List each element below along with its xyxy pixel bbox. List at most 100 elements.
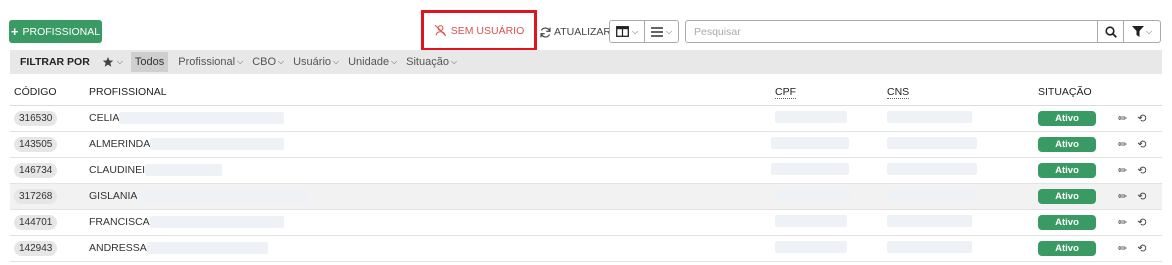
filter-button[interactable]: ⌵ bbox=[1123, 20, 1161, 43]
filter-usuario[interactable]: Usuário ⌵ bbox=[293, 56, 339, 68]
header-profissional[interactable]: PROFISSIONAL bbox=[85, 80, 771, 106]
filter-bar: FILTRAR POR ⌵ Todos Profissional ⌵ CBO ⌵ U… bbox=[10, 50, 1162, 74]
table-row[interactable]: 146734 CLAUDINEI Ativo ✏ ⟲ bbox=[10, 157, 1162, 184]
cell-actions: ✏ ⟲ bbox=[1112, 131, 1162, 158]
lines-icon bbox=[650, 26, 663, 37]
redacted-text bbox=[145, 164, 223, 176]
table-row[interactable]: 144701 FRANCISCA Ativo ✏ ⟲ bbox=[10, 209, 1162, 236]
user-slash-icon bbox=[434, 24, 446, 37]
history-icon[interactable]: ⟲ bbox=[1137, 164, 1146, 177]
edit-icon[interactable]: ✏ bbox=[1118, 216, 1127, 229]
profissional-name: ALMERINDA bbox=[89, 138, 151, 150]
header-cpf[interactable]: CPF bbox=[771, 80, 883, 106]
chevron-down-icon: ⌵ bbox=[450, 57, 458, 66]
codigo-badge: 142943 bbox=[14, 241, 58, 256]
profissional-name: GISLANIA bbox=[89, 190, 138, 202]
refresh-icon bbox=[540, 26, 551, 38]
filter-cbo[interactable]: CBO ⌵ bbox=[252, 56, 284, 68]
columns-icon bbox=[616, 26, 629, 37]
filter-label: Unidade bbox=[348, 56, 390, 68]
table-row[interactable]: 316530 CELIA Ativo ✏ ⟲ bbox=[10, 105, 1162, 132]
funnel-icon bbox=[1131, 26, 1144, 37]
header-cpf-label: CPF bbox=[775, 86, 796, 100]
redacted-text bbox=[137, 190, 310, 202]
chevron-down-icon: ⌵ bbox=[1145, 26, 1153, 36]
redacted-cns bbox=[887, 110, 972, 123]
add-profissional-label: PROFISSIONAL bbox=[22, 25, 101, 38]
favorites-filter[interactable]: ⌵ bbox=[102, 56, 123, 68]
density-toggle-button[interactable]: ⌵ bbox=[644, 20, 679, 43]
atualizar-label: ATUALIZAR bbox=[554, 26, 611, 38]
atualizar-button[interactable]: ATUALIZAR bbox=[539, 23, 611, 41]
redacted-cpf bbox=[775, 214, 847, 227]
redacted-text bbox=[149, 216, 284, 228]
redacted-cns bbox=[887, 162, 977, 175]
history-icon[interactable]: ⟲ bbox=[1137, 112, 1146, 125]
cell-cns bbox=[883, 105, 1034, 132]
cell-codigo: 143505 bbox=[10, 131, 85, 158]
filter-label: Usuário bbox=[293, 56, 332, 68]
profissional-name: FRANCISCA bbox=[89, 216, 150, 228]
filter-label: CBO bbox=[252, 56, 277, 68]
cell-profissional: CELIA bbox=[85, 105, 771, 132]
status-badge: Ativo bbox=[1038, 214, 1096, 230]
codigo-badge: 146734 bbox=[14, 163, 58, 178]
edit-icon[interactable]: ✏ bbox=[1118, 138, 1127, 151]
cell-cpf bbox=[771, 183, 883, 210]
cell-profissional: ALMERINDA bbox=[85, 131, 771, 158]
table-row[interactable]: 142943 ANDRESSA Ativo ✏ ⟲ bbox=[10, 235, 1162, 262]
cell-cns bbox=[883, 209, 1034, 236]
edit-icon[interactable]: ✏ bbox=[1118, 112, 1127, 125]
redacted-cpf bbox=[775, 240, 847, 253]
cell-codigo: 146734 bbox=[10, 157, 85, 184]
table-row[interactable]: 143505 ALMERINDA Ativo ✏ ⟲ bbox=[10, 131, 1162, 158]
cell-profissional: GISLANIA bbox=[85, 183, 771, 210]
redacted-cns bbox=[887, 240, 972, 253]
profissional-name: ANDRESSA bbox=[89, 242, 147, 254]
cell-cpf bbox=[771, 235, 883, 262]
cell-codigo: 317268 bbox=[10, 183, 85, 210]
filter-situacao[interactable]: Situação ⌵ bbox=[406, 56, 457, 68]
edit-icon[interactable]: ✏ bbox=[1118, 164, 1127, 177]
cell-actions: ✏ ⟲ bbox=[1112, 235, 1162, 262]
redacted-cpf bbox=[775, 188, 851, 201]
cell-situacao: Ativo bbox=[1034, 131, 1112, 158]
cell-situacao: Ativo bbox=[1034, 209, 1112, 236]
filter-todos[interactable]: Todos bbox=[130, 52, 169, 72]
header-situacao[interactable]: SITUAÇÃO bbox=[1034, 80, 1112, 106]
cell-cpf bbox=[771, 157, 883, 184]
history-icon[interactable]: ⟲ bbox=[1137, 190, 1146, 203]
cell-profissional: CLAUDINEI bbox=[85, 157, 771, 184]
chevron-down-icon: ⌵ bbox=[116, 57, 123, 66]
columns-toggle-button[interactable]: ⌵ bbox=[609, 20, 645, 43]
header-actions bbox=[1112, 80, 1162, 106]
filter-label: Situação bbox=[406, 56, 449, 68]
cell-cns bbox=[883, 183, 1034, 210]
cell-cns bbox=[883, 131, 1034, 158]
redacted-text bbox=[146, 242, 268, 254]
filter-label: Profissional bbox=[178, 56, 236, 68]
chevron-down-icon: ⌵ bbox=[278, 57, 285, 66]
cell-situacao: Ativo bbox=[1034, 157, 1112, 184]
codigo-badge: 144701 bbox=[14, 215, 58, 230]
search-input[interactable] bbox=[685, 20, 1098, 43]
status-badge: Ativo bbox=[1038, 162, 1096, 178]
filter-unidade[interactable]: Unidade ⌵ bbox=[348, 56, 397, 68]
header-cns[interactable]: CNS bbox=[883, 80, 1034, 106]
filter-profissional[interactable]: Profissional ⌵ bbox=[178, 56, 243, 68]
add-profissional-button[interactable]: + PROFISSIONAL bbox=[9, 20, 102, 43]
header-codigo[interactable]: CÓDIGO bbox=[10, 80, 85, 106]
cell-actions: ✏ ⟲ bbox=[1112, 209, 1162, 236]
cell-cpf bbox=[771, 131, 883, 158]
history-icon[interactable]: ⟲ bbox=[1137, 242, 1146, 255]
search-button[interactable] bbox=[1097, 20, 1124, 43]
edit-icon[interactable]: ✏ bbox=[1118, 190, 1127, 203]
history-icon[interactable]: ⟲ bbox=[1137, 138, 1146, 151]
table-row[interactable]: 317268 GISLANIA Ativo ✏ ⟲ bbox=[10, 183, 1162, 210]
sem-usuario-button[interactable]: SEM USUÁRIO bbox=[421, 10, 537, 51]
history-icon[interactable]: ⟲ bbox=[1137, 216, 1146, 229]
edit-icon[interactable]: ✏ bbox=[1118, 242, 1127, 255]
status-badge: Ativo bbox=[1038, 110, 1096, 126]
cell-codigo: 144701 bbox=[10, 209, 85, 236]
codigo-badge: 317268 bbox=[14, 189, 58, 204]
